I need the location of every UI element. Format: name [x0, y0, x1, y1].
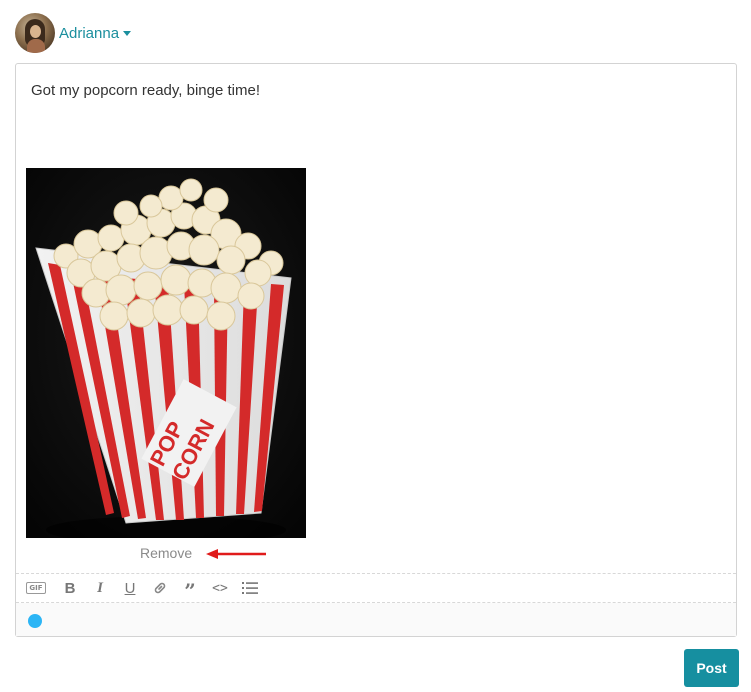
- composer-footer: [16, 603, 736, 636]
- link-button[interactable]: [149, 577, 171, 599]
- avatar[interactable]: [15, 13, 55, 53]
- gif-button[interactable]: GIF: [25, 577, 47, 599]
- arrow-left-icon: [206, 549, 266, 559]
- avatar-face: [30, 25, 41, 38]
- link-icon: [154, 582, 166, 594]
- gif-icon: GIF: [26, 582, 46, 594]
- user-menu-toggle[interactable]: Adrianna: [59, 24, 132, 42]
- post-text[interactable]: Got my popcorn ready, binge time!: [31, 82, 260, 99]
- attached-image: POP CORN: [26, 168, 306, 538]
- underline-button[interactable]: U: [119, 577, 141, 599]
- remove-image-link[interactable]: Remove: [140, 545, 192, 561]
- formatting-toolbar: GIF B I U ” <>: [16, 573, 736, 603]
- italic-button[interactable]: I: [89, 577, 111, 599]
- user-name: Adrianna: [59, 24, 120, 42]
- user-header: Adrianna: [15, 13, 132, 53]
- status-dot: [28, 614, 42, 628]
- list-button[interactable]: [239, 577, 261, 599]
- list-icon: [242, 582, 258, 594]
- code-button[interactable]: <>: [209, 577, 231, 599]
- caret-down-icon: [123, 30, 132, 36]
- post-composer: Got my popcorn ready, binge time! POP CO…: [15, 63, 737, 637]
- bold-button[interactable]: B: [59, 577, 81, 599]
- quote-button[interactable]: ”: [179, 574, 201, 602]
- post-button[interactable]: Post: [684, 649, 739, 687]
- popcorn-image: POP CORN: [26, 168, 306, 538]
- avatar-body: [27, 39, 45, 53]
